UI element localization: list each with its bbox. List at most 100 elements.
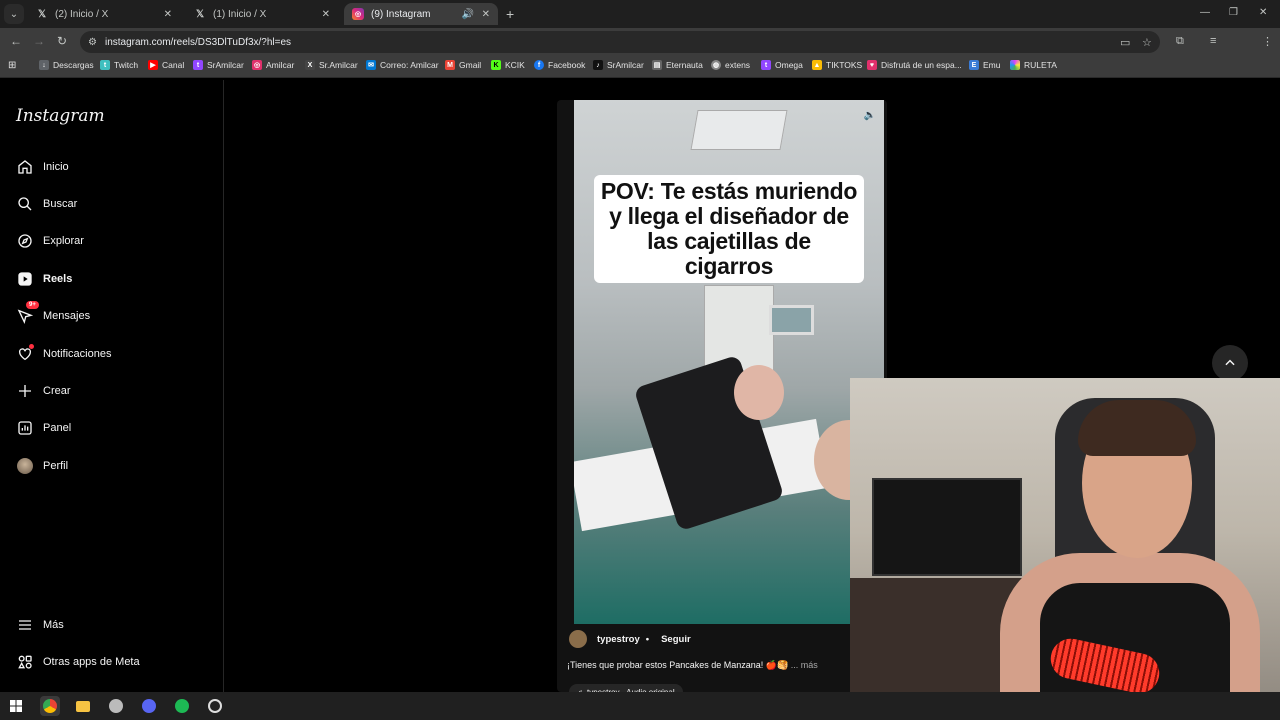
menu-icon — [16, 616, 33, 633]
more-link[interactable]: ... más — [791, 660, 818, 670]
bookmark-tiktoks[interactable]: ▲ TIKTOKS — [812, 60, 862, 70]
forward-icon[interactable]: → — [33, 34, 45, 48]
bookmark-emu[interactable]: E Emu — [969, 60, 1000, 70]
bookmarks-bar: ⊞ ↓ Descargas t Twitch ▶ Canal t SrAmilcar ◎… — [0, 56, 1280, 78]
app-icon[interactable] — [106, 696, 126, 716]
extensions-icon[interactable]: ⧉ — [1176, 35, 1184, 48]
sidebar-item-mas[interactable]: Más — [16, 616, 64, 633]
bookmark-omega[interactable]: t Omega — [761, 60, 803, 70]
bookmark-label: Sr.Amilcar — [319, 60, 358, 70]
tab-x-2[interactable]: 𝕏 (1) Inicio / X ✕ — [186, 3, 338, 25]
cast-icon[interactable]: ▭ — [1120, 31, 1130, 53]
bookmark-extens[interactable]: ◍ extens — [711, 60, 750, 70]
windows-start-icon[interactable] — [6, 696, 26, 716]
back-icon[interactable]: ← — [10, 34, 22, 48]
bookmark-star-icon[interactable]: ☆ — [1142, 31, 1152, 53]
compass-icon — [16, 232, 33, 249]
sidebar-item-label: Buscar — [43, 197, 78, 210]
tab-search-icon[interactable]: ⌄ — [4, 4, 24, 24]
close-icon[interactable]: ✕ — [164, 9, 172, 20]
sidebar-item-mensajes[interactable]: 9+ Mensajes — [16, 301, 90, 324]
sidebar-item-crear[interactable]: Crear — [16, 382, 71, 399]
follow-button[interactable]: Seguir — [661, 634, 691, 645]
reel-container[interactable]: POV: Te estás muriendo y llega el diseña… — [557, 100, 887, 700]
reload-icon[interactable]: ↻ — [57, 34, 67, 48]
bookmark-sramilcar[interactable]: t SrAmilcar — [193, 60, 244, 70]
spotify-icon[interactable] — [172, 696, 192, 716]
sidebar-item-panel[interactable]: Panel — [16, 419, 71, 436]
new-tab-button[interactable]: + — [506, 6, 514, 22]
bookmark-label: Facebook — [548, 60, 586, 70]
monitor — [769, 305, 814, 335]
tab-instagram[interactable]: ◎ (9) Instagram 🔊 ✕ — [344, 3, 498, 25]
mail-icon: ✉ — [366, 60, 376, 70]
url-text: instagram.com/reels/DS3DlTuDf3x/?hl=es — [104, 36, 292, 48]
surgical-lamp — [690, 110, 788, 150]
kick-icon: K — [491, 60, 501, 70]
sidebar-item-explorar[interactable]: Explorar — [16, 232, 84, 249]
restore-icon[interactable]: ❐ — [1229, 7, 1238, 18]
sidebar-item-buscar[interactable]: Buscar — [16, 195, 77, 212]
kebab-menu-icon[interactable]: ⋮ — [1262, 35, 1273, 48]
gmail-icon: M — [445, 60, 455, 70]
bookmark-correo[interactable]: ✉ Correo: Amilcar — [366, 60, 439, 70]
bookmark-amilcar[interactable]: ◎ Amilcar — [252, 60, 294, 70]
minimize-icon[interactable]: — — [1200, 7, 1210, 18]
close-icon[interactable]: ✕ — [482, 9, 490, 20]
address-bar[interactable]: ⚙ instagram.com/reels/DS3DlTuDf3x/?hl=es… — [80, 31, 1160, 53]
heart-icon: ♥ — [867, 60, 877, 70]
instagram-logo[interactable]: Instagram — [16, 106, 105, 126]
sidebar-item-label: Otras apps de Meta — [43, 655, 140, 668]
caption-line: POV: Te estás muriendo — [600, 178, 858, 204]
avatar[interactable] — [569, 630, 587, 648]
chart-icon — [16, 419, 33, 436]
bookmark-descargas[interactable]: ↓ Descargas — [39, 60, 94, 70]
bookmark-label: TIKTOKS — [826, 60, 863, 70]
bookmark-tiktok[interactable]: ♪ SrAmilcar — [593, 60, 644, 70]
bookmark-label: Amilcar — [266, 60, 295, 70]
messenger-icon: 9+ — [16, 301, 39, 324]
obs-icon[interactable] — [205, 696, 225, 716]
reels-icon — [16, 270, 33, 287]
sidebar-item-notificaciones[interactable]: Notificaciones — [16, 344, 111, 362]
bookmark-eternauta[interactable]: ▤ Eternauta — [652, 60, 703, 70]
twitch-icon: t — [100, 60, 110, 70]
sidebar-item-perfil[interactable]: Perfil — [16, 457, 68, 474]
twitch-icon: t — [761, 60, 771, 70]
close-window-icon[interactable]: ✕ — [1259, 7, 1267, 18]
volume-icon[interactable]: 🔈 — [864, 110, 876, 121]
bookmark-ruleta[interactable]: RULETA — [1010, 60, 1057, 70]
speaker-icon[interactable]: 🔊 — [462, 9, 474, 20]
bookmark-label: Descargas — [53, 60, 94, 70]
sidebar-item-label: Panel — [43, 421, 72, 434]
reel-video[interactable]: POV: Te estás muriendo y llega el diseña… — [574, 100, 884, 624]
sidebar-item-meta-apps[interactable]: Otras apps de Meta — [16, 653, 140, 670]
webcam-overlay — [850, 378, 1280, 720]
wheel-icon — [1010, 60, 1020, 70]
apps-grid-icon[interactable]: ⊞ — [8, 60, 16, 71]
discord-icon[interactable] — [139, 696, 159, 716]
tab-x-1[interactable]: 𝕏 (2) Inicio / X ✕ — [28, 3, 180, 25]
bookmark-canal[interactable]: ▶ Canal — [148, 60, 184, 70]
author-name[interactable]: typestroy — [597, 634, 640, 645]
media-control-icon[interactable]: ≡ — [1210, 35, 1216, 47]
sidebar-item-inicio[interactable]: Inicio — [16, 158, 69, 175]
site-info-icon[interactable]: ⚙ — [88, 37, 97, 48]
bookmark-disfruta[interactable]: ♥ Disfrutá de un espa... — [867, 60, 962, 70]
messages-badge: 9+ — [26, 301, 39, 309]
x-logo-icon: X — [305, 60, 315, 70]
file-explorer-icon[interactable] — [73, 696, 93, 716]
reel-author[interactable]: typestroy • Seguir — [569, 630, 691, 648]
close-icon[interactable]: ✕ — [322, 9, 330, 20]
bookmark-kcik[interactable]: K KCIK — [491, 60, 525, 70]
sidebar: Instagram Inicio Buscar Explorar Reels 9… — [0, 80, 224, 692]
sidebar-item-reels[interactable]: Reels — [16, 270, 72, 287]
bookmark-label: Correo: Amilcar — [380, 60, 439, 70]
bookmark-gmail[interactable]: M Gmail — [445, 60, 481, 70]
bookmark-twitch[interactable]: t Twitch — [100, 60, 138, 70]
bookmark-facebook[interactable]: f Facebook — [534, 60, 585, 70]
chrome-icon[interactable] — [40, 696, 60, 716]
previous-reel-button[interactable] — [1212, 345, 1248, 381]
separator: • — [645, 633, 650, 645]
bookmark-sr-amilcar[interactable]: X Sr.Amilcar — [305, 60, 358, 70]
